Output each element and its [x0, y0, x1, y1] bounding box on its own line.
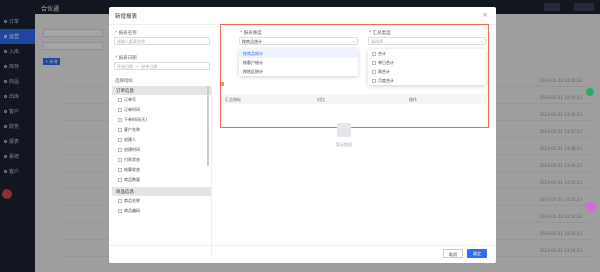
option-label: 合计 — [378, 50, 386, 56]
tree-leaf-label: 下单时间(天) — [124, 117, 148, 122]
summary-type-dropdown: 合计单日合计周合计月度合计 — [368, 49, 486, 85]
select2-label: * 汇总类型 — [369, 31, 391, 36]
select1-label: * 报表维度 — [240, 31, 262, 36]
checkbox[interactable] — [118, 158, 122, 162]
tree-leaf[interactable]: 订单号 — [112, 95, 211, 105]
option-label: 按商品统计 — [243, 50, 263, 56]
empty-text: 暂无数据 — [336, 142, 352, 147]
option-label: 月度合计 — [378, 77, 394, 83]
checkbox[interactable] — [118, 108, 122, 112]
tree-scrollbar[interactable] — [207, 86, 209, 166]
tree-leaf[interactable]: 商品名称 — [112, 196, 211, 206]
field-label-name: * 报表名称 — [115, 31, 137, 36]
checkbox[interactable] — [372, 78, 376, 83]
field-label-date: * 报表日期 — [115, 56, 137, 61]
tree-leaf-label: 商品名称 — [124, 198, 140, 203]
checkbox[interactable] — [118, 148, 122, 152]
checkbox[interactable] — [118, 128, 122, 132]
checkbox[interactable] — [118, 199, 122, 203]
tree-leaf[interactable]: 商品数量 — [112, 175, 211, 185]
modal-title: 新增报表 — [115, 14, 138, 20]
checkbox[interactable] — [118, 178, 122, 182]
cancel-button[interactable]: 取消 — [443, 249, 463, 258]
checkbox[interactable] — [372, 69, 376, 74]
dropdown-option[interactable]: 合计 — [368, 49, 486, 58]
table-header-metric: 汇总指标 — [225, 97, 241, 102]
dropdown-option[interactable]: 月度合计 — [368, 76, 486, 85]
empty-icon — [337, 123, 351, 137]
tree-leaf-label: 订单号 — [124, 97, 136, 102]
tree-leaf[interactable]: 付款状态 — [112, 155, 211, 165]
option-label: 单日合计 — [378, 59, 394, 65]
dropdown-option[interactable]: 按客户统计 — [239, 58, 358, 67]
checkbox[interactable] — [118, 168, 122, 172]
date-range-input[interactable]: 开始日期 ~ 结束日期 — [114, 62, 210, 70]
summary-table-header: 汇总指标 对比 操作 — [221, 94, 487, 104]
warning-marker — [221, 82, 224, 86]
tree-leaf-label: 客户名称 — [124, 127, 140, 132]
dimension-dropdown: 按商品统计按客户统计按地区统计 — [239, 49, 358, 76]
table-header-compare: 对比 — [317, 97, 325, 102]
tree-leaf-label: 付款状态 — [124, 157, 140, 162]
dropdown-option[interactable]: 周合计 — [368, 67, 486, 76]
chevron-down-icon[interactable]: ⌄ — [480, 38, 483, 43]
option-label: 按客户统计 — [243, 59, 263, 65]
tree-group[interactable]: 商品信息 — [112, 187, 211, 196]
status-dot-icon[interactable] — [586, 88, 594, 96]
checkbox[interactable] — [118, 98, 122, 102]
checkbox[interactable] — [372, 51, 376, 56]
ok-button[interactable]: 确定 — [467, 249, 487, 258]
close-icon[interactable]: × — [482, 11, 488, 19]
chevron-down-icon[interactable]: ⌄ — [352, 38, 355, 43]
tree-leaf-label: 创建时间 — [124, 147, 140, 152]
checkbox[interactable] — [118, 209, 122, 213]
summary-type-select[interactable]: 请选择 — [368, 37, 486, 45]
dropdown-option[interactable]: 按商品统计 — [239, 49, 358, 58]
report-name-input[interactable]: 请输入报表名称 — [114, 37, 210, 45]
checkbox[interactable] — [118, 138, 122, 142]
tree-leaf-label: 商品数量 — [124, 177, 140, 182]
dimension-select[interactable]: 按商品统计 — [239, 37, 358, 45]
dropdown-option[interactable]: 按地区统计 — [239, 67, 358, 76]
tree-leaf[interactable]: 创建人 — [112, 135, 211, 145]
tree-leaf[interactable]: 客户名称 — [112, 125, 211, 135]
tree-group[interactable]: 订单信息 — [112, 86, 211, 95]
tree-leaf-label: 创建人 — [124, 137, 136, 142]
option-label: 周合计 — [378, 68, 390, 74]
tree-leaf[interactable]: 创建时间 — [112, 145, 211, 155]
tree-leaf[interactable]: 下单时间(天) — [112, 115, 211, 125]
tree-leaf[interactable]: 结算状态 — [112, 165, 211, 175]
tree-leaf-label: 结算状态 — [124, 167, 140, 172]
tree-leaf[interactable]: 商品编码 — [112, 206, 211, 216]
checkbox[interactable] — [118, 118, 122, 122]
metric-tree: 订单信息订单号订单时间下单时间(天) 客户名称创建人创建时间付款状态结算状态商品数… — [112, 84, 212, 256]
assistant-avatar[interactable] — [586, 202, 596, 212]
footer-divider — [109, 245, 496, 246]
tree-leaf-label: 订单时间 — [124, 107, 140, 112]
table-header-action: 操作 — [409, 97, 417, 102]
option-label: 按地区统计 — [243, 68, 263, 74]
dropdown-option[interactable]: 单日合计 — [368, 58, 486, 67]
checkbox[interactable] — [372, 60, 376, 65]
tree-leaf[interactable]: 订单时间 — [112, 105, 211, 115]
tree-leaf-label: 商品编码 — [124, 208, 140, 213]
